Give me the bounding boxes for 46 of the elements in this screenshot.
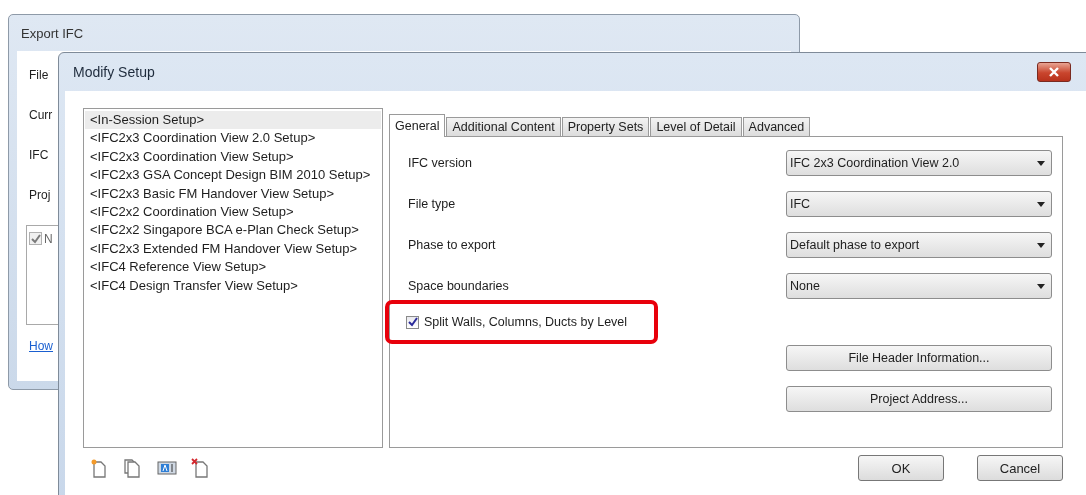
field-label: File (29, 67, 49, 84)
dialog-button[interactable]: OK (858, 455, 944, 481)
setup-list-item[interactable]: <IFC2x3 GSA Concept Design BIM 2010 Setup> (85, 166, 381, 185)
setup-list-item[interactable]: <IFC2x3 Coordination View Setup> (85, 147, 381, 167)
setup-list-item[interactable]: <IFC2x3 Extended FM Handover View Setup> (85, 239, 381, 259)
help-link[interactable]: How (29, 339, 53, 353)
caret-icon (1037, 201, 1045, 207)
setup-list-item[interactable]: <IFC4 Design Transfer View Setup> (85, 276, 381, 296)
checkbox-label: N (44, 232, 53, 246)
dropdown[interactable]: IFC 2x3 Coordination View 2.0 (786, 150, 1052, 176)
tab[interactable]: Level of Detail (650, 117, 742, 137)
field-label: Proj (29, 187, 51, 204)
dropdown[interactable]: Default phase to export (786, 232, 1052, 258)
panel-button[interactable]: File Header Information... (786, 345, 1052, 371)
checkbox[interactable] (406, 315, 419, 329)
field-label: IFC version (408, 156, 472, 170)
delete-icon[interactable] (191, 458, 211, 478)
copy-icon[interactable] (123, 458, 143, 478)
setup-list-item[interactable]: <IFC2x3 Basic FM Handover View Setup> (85, 184, 381, 204)
field-label: Space boundaries (408, 279, 509, 293)
caret-icon (1037, 242, 1045, 248)
field-label: Phase to export (408, 238, 496, 252)
tab[interactable]: General (389, 114, 446, 137)
setup-list-item[interactable]: <In-Session Setup> (85, 111, 381, 130)
setup-list-item[interactable]: <IFC2x3 Coordination View 2.0 Setup> (85, 129, 381, 148)
tab[interactable]: Property Sets (561, 117, 650, 137)
field-label: Curr (29, 107, 53, 124)
tab[interactable]: Advanced (742, 117, 811, 137)
window-title: Export IFC (21, 25, 84, 41)
close-button[interactable] (1037, 62, 1071, 82)
caret-icon (1037, 160, 1045, 166)
window-title: Modify Setup (73, 64, 155, 80)
tab[interactable]: Additional Content (446, 117, 561, 137)
dialog-button[interactable]: Cancel (977, 455, 1063, 481)
field-label: IFC (29, 147, 49, 164)
rename-icon[interactable] (157, 458, 177, 478)
panel-button[interactable]: Project Address... (786, 386, 1052, 412)
setup-list-item[interactable]: <IFC4 Reference View Setup> (85, 258, 381, 277)
setup-list-item[interactable]: <IFC2x2 Singapore BCA e-Plan Check Setup> (85, 221, 381, 240)
dropdown[interactable]: IFC (786, 191, 1052, 217)
dropdown[interactable]: None (786, 273, 1052, 299)
setup-list-item[interactable]: <IFC2x2 Coordination View Setup> (85, 203, 381, 222)
caret-icon (1037, 283, 1045, 289)
new-setup-icon[interactable] (89, 458, 109, 478)
close-icon (1048, 67, 1060, 77)
field-label: File type (408, 197, 456, 211)
